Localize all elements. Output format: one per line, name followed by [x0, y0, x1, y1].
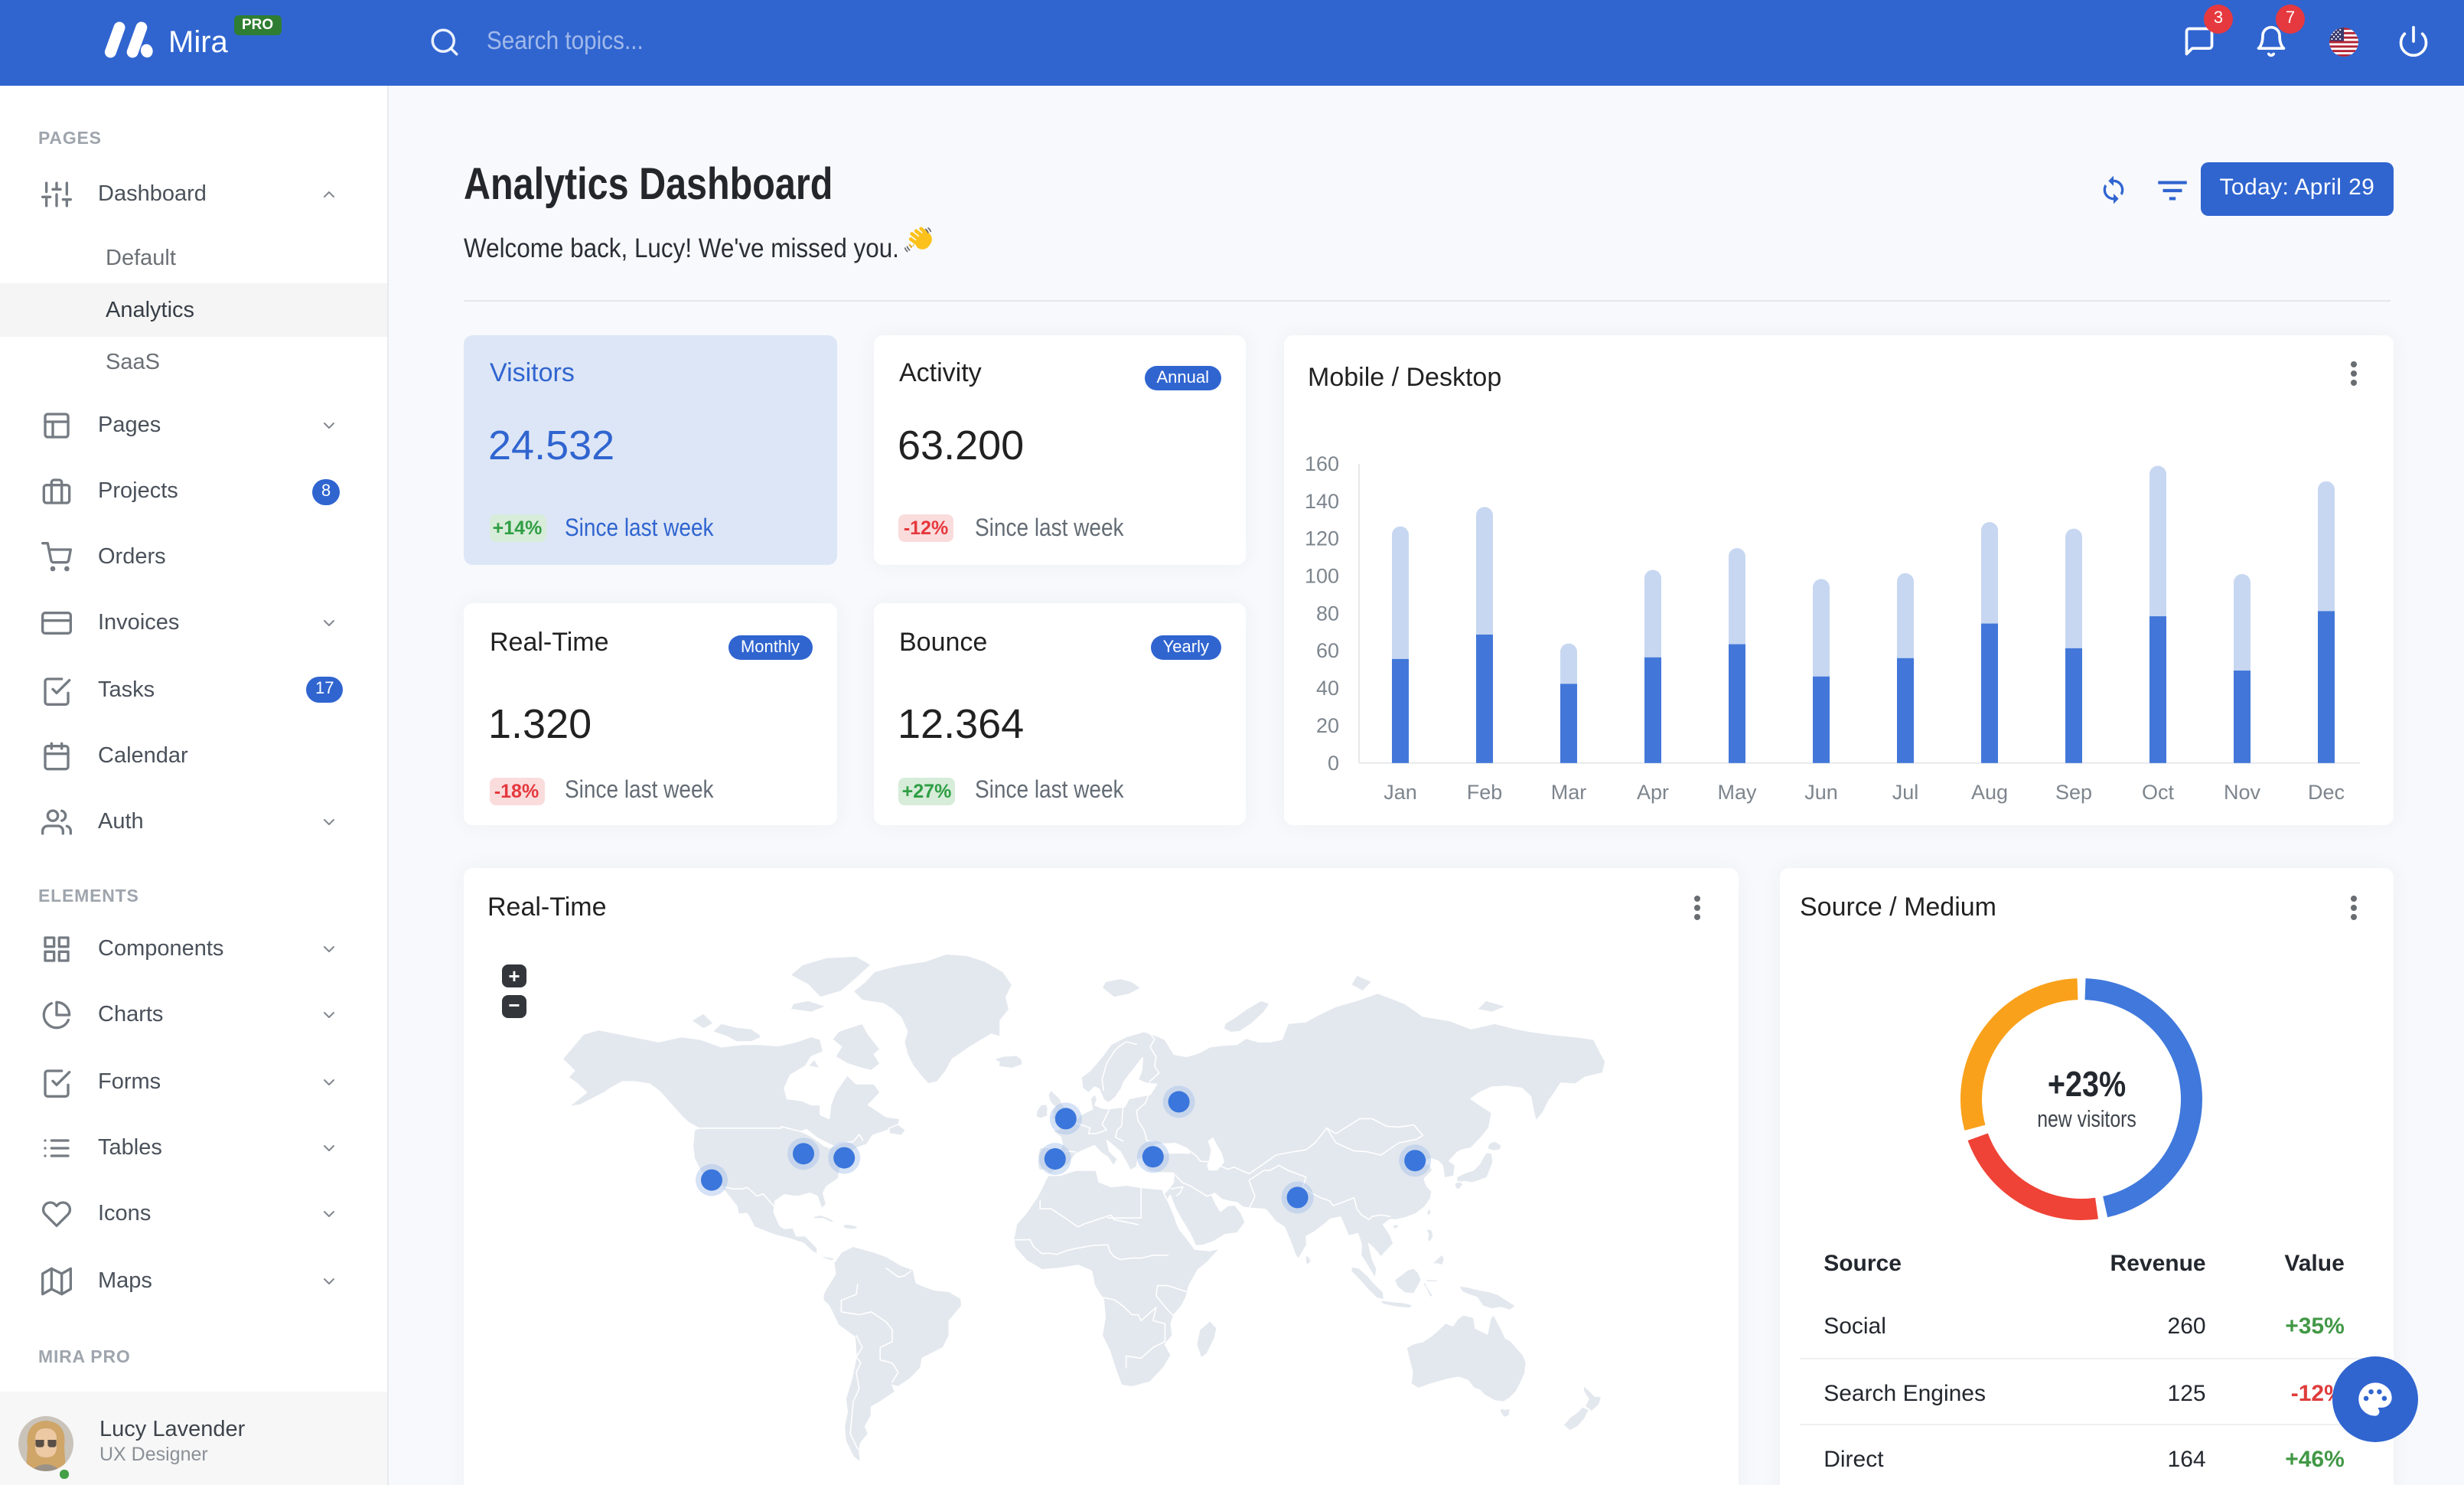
svg-text:Oct: Oct	[2142, 781, 2175, 804]
svg-text:Nov: Nov	[2224, 781, 2261, 804]
svg-text:140: 140	[1305, 490, 1339, 513]
svg-text:Dec: Dec	[2308, 781, 2345, 804]
svg-text:May: May	[1717, 781, 1757, 804]
svg-text:60: 60	[1316, 639, 1339, 662]
svg-text:80: 80	[1316, 602, 1339, 625]
svg-text:40: 40	[1316, 677, 1339, 700]
svg-text:Jan: Jan	[1384, 781, 1417, 804]
svg-text:100: 100	[1305, 564, 1339, 587]
svg-text:Aug: Aug	[1971, 781, 2008, 804]
svg-text:Jul: Jul	[1892, 781, 1919, 804]
svg-text:Sep: Sep	[2055, 781, 2092, 804]
svg-text:Jun: Jun	[1804, 781, 1838, 804]
svg-text:Feb: Feb	[1467, 781, 1503, 804]
svg-text:Mar: Mar	[1551, 781, 1587, 804]
svg-text:20: 20	[1316, 714, 1339, 737]
svg-text:Apr: Apr	[1637, 781, 1669, 804]
svg-text:160: 160	[1305, 452, 1339, 475]
svg-text:0: 0	[1328, 752, 1339, 775]
svg-text:120: 120	[1305, 527, 1339, 550]
